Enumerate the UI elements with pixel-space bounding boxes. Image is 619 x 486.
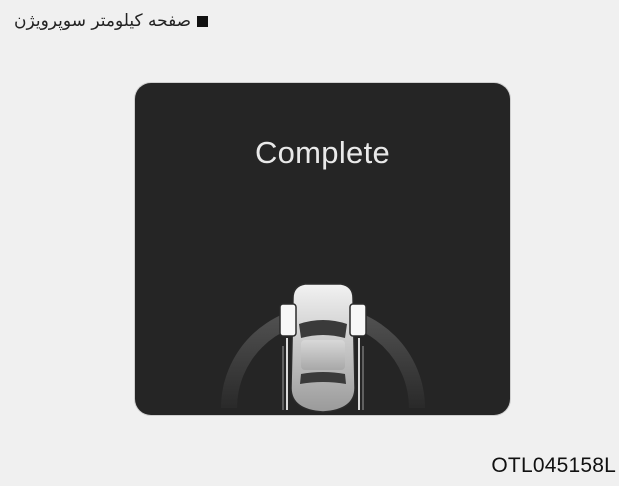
figure-code: OTL045158L — [491, 454, 616, 477]
square-bullet-icon — [197, 16, 209, 27]
caption-text: صفحه کیلومتر سوپرویژن — [14, 11, 192, 31]
section-caption: صفحه کیلومتر سوپرویژن — [14, 10, 209, 32]
vehicle-graphic — [213, 238, 433, 415]
vehicle-top-view-icon — [221, 283, 425, 413]
status-text: Complete — [254, 135, 391, 170]
cluster-display: Complete — [135, 83, 510, 415]
